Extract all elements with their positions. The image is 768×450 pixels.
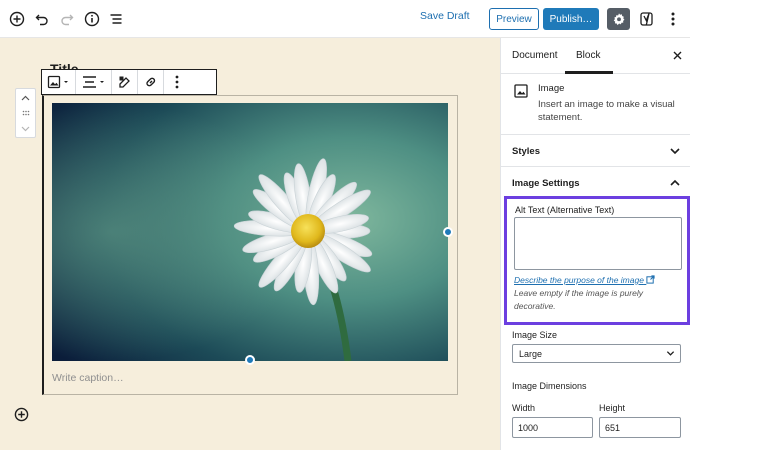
chevron-down-icon [670,148,680,155]
align-center-icon [82,76,104,88]
sidebar-tabs: Document Block [501,38,691,74]
tab-block[interactable]: Block [576,50,600,61]
block-toolbar [41,69,217,95]
styles-panel-toggle[interactable]: Styles [501,135,691,167]
move-up-icon[interactable] [16,91,35,105]
height-input[interactable]: 651 [599,417,681,438]
move-down-icon[interactable] [16,122,35,136]
image-dimensions-label: Image Dimensions [512,381,587,391]
page-margin [690,0,768,450]
info-icon[interactable] [82,9,102,29]
add-block-icon[interactable] [7,9,27,29]
styles-panel-title: Styles [512,146,540,157]
edit-image-icon [118,76,130,88]
daisy-image[interactable] [52,103,448,361]
resize-handle-bottom[interactable] [245,355,255,365]
add-block-inline-button[interactable] [14,407,30,423]
width-input[interactable]: 1000 [512,417,593,438]
alt-text-help-link[interactable]: Describe the purpose of the image [514,275,655,285]
insert-link-button[interactable] [138,70,164,94]
more-options-button[interactable] [664,9,682,29]
alt-text-help-text: Leave empty if the image is purely decor… [514,288,643,311]
vertical-ellipsis-icon [175,75,179,89]
block-card-title: Image [538,83,565,94]
height-label: Height [599,403,626,413]
image-settings-panel-title: Image Settings [512,178,580,189]
chevron-down-icon [666,351,675,356]
chevron-up-icon [670,179,680,186]
link-icon [145,77,155,87]
block-card: Image Insert an image to make a visual s… [501,74,691,135]
undo-icon[interactable] [32,9,52,29]
external-link-icon [646,275,655,284]
width-label: Width [512,403,536,413]
yoast-icon [640,12,653,26]
save-draft-button[interactable]: Save Draft [420,10,470,22]
caption-input[interactable]: Write caption… [52,372,124,384]
top-toolbar: Save Draft Preview Publish… [0,0,690,38]
redo-icon[interactable] [57,9,77,29]
block-card-description: Insert an image to make a visual stateme… [538,99,675,123]
plus-circle-icon [14,407,29,422]
alt-text-highlight: Alt Text (Alternative Text) Describe the… [504,196,690,325]
image-icon [47,75,68,89]
edit-image-button[interactable] [112,70,138,94]
tab-document[interactable]: Document [512,50,558,61]
image-size-select[interactable]: Large [512,344,681,363]
block-type-switcher[interactable] [42,70,76,94]
alt-text-textarea[interactable] [514,217,682,270]
close-sidebar-button[interactable] [670,48,684,62]
image-size-label: Image Size [512,330,558,340]
vertical-ellipsis-icon [671,12,675,26]
resize-handle-right[interactable] [443,227,453,237]
block-navigation-icon[interactable] [106,9,126,29]
settings-sidebar: Document Block Image Insert an image to … [500,38,691,450]
post-title-peek[interactable]: Title … [50,60,96,69]
alt-text-label: Alt Text (Alternative Text) [515,205,615,215]
block-more-options-button[interactable] [164,70,190,94]
image-settings-panel-toggle[interactable]: Image Settings [501,167,691,199]
yoast-seo-button[interactable] [637,9,657,29]
alt-text-help-link-label: Describe the purpose of the image [514,275,644,285]
align-dropdown[interactable] [76,70,112,94]
image-size-selected: Large [519,349,543,359]
gear-icon [613,13,624,26]
preview-button[interactable]: Preview [489,8,539,30]
drag-handle-icon[interactable] [16,106,35,120]
settings-button[interactable] [607,8,630,30]
publish-button[interactable]: Publish… [543,8,599,30]
image-icon [514,84,528,98]
close-icon [673,51,681,59]
block-mover [15,88,36,138]
